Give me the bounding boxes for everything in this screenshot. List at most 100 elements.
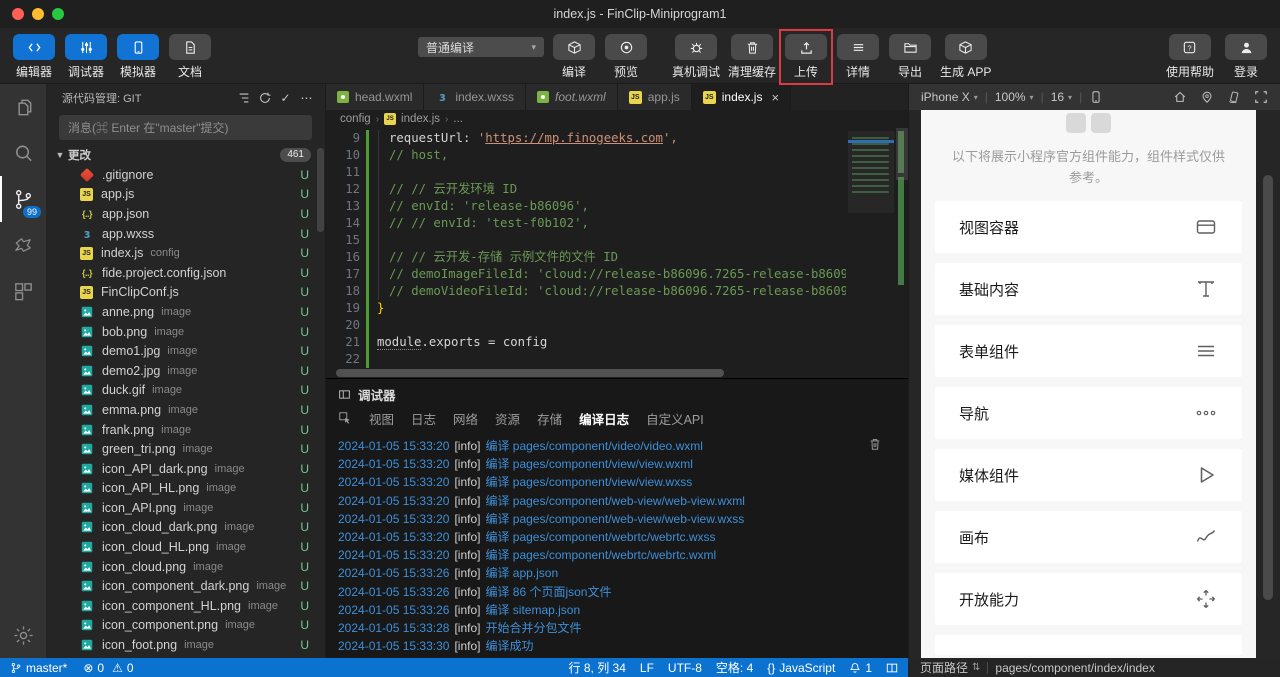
scan-frame-icon[interactable] [1254, 90, 1268, 104]
log-entry[interactable]: 2024-01-05 15:33:20 [info] 编译 pages/compon… [338, 473, 908, 491]
toolbar-editor-button[interactable]: 编辑器 [12, 34, 56, 80]
toolbar-compile-button[interactable]: 编译 [552, 34, 596, 80]
file-row[interactable]: icon_API_dark.png image U [46, 459, 325, 479]
split-editor-button[interactable] [886, 662, 898, 674]
component-card[interactable]: 表单组件 [935, 325, 1242, 377]
toolbar-debugger-button[interactable]: 调试器 [64, 34, 108, 80]
zoom-selector[interactable]: 100% ▾ [995, 90, 1034, 104]
debugger-tab[interactable]: 编译日志 [579, 409, 629, 428]
log-entry[interactable]: 2024-01-05 15:33:26 [info] 编译 86 个页面json文件 [338, 583, 908, 601]
file-row[interactable]: icon_component.png image U [46, 616, 325, 636]
element-picker-icon[interactable] [338, 411, 352, 425]
component-card[interactable]: 画布 [935, 511, 1242, 563]
tab-index.wxss[interactable]: ɜ index.wxss [424, 84, 527, 110]
file-row[interactable]: icon_component_HL.png image U [46, 596, 325, 616]
tab-foot.wxml[interactable]: foot.wxml [526, 84, 618, 110]
compile-mode-dropdown[interactable]: 普通编译 ▾ [418, 37, 544, 57]
sidebar-item-explorer[interactable] [0, 84, 46, 130]
minimap[interactable] [848, 131, 894, 213]
changes-section-header[interactable]: ▼ 更改 461 [46, 144, 325, 165]
problems-status[interactable]: ⊗ 0 ⚠ 0 [83, 661, 133, 675]
file-row[interactable]: duck.gif image U [46, 381, 325, 401]
log-entry[interactable]: 2024-01-05 15:33:20 [info] 编译 pages/compon… [338, 455, 908, 473]
breadcrumb-folder[interactable]: config [340, 113, 371, 125]
home-icon[interactable] [1173, 90, 1187, 104]
toolbar-simulator-button[interactable]: 模拟器 [116, 34, 160, 80]
file-row[interactable]: icon_cloud.png image U [46, 557, 325, 577]
debugger-tab[interactable]: 网络 [453, 409, 478, 428]
settings-button[interactable] [0, 612, 46, 658]
log-entry[interactable]: 2024-01-05 15:33:26 [info] 编译 sitemap.json [338, 601, 908, 619]
view-as-tree-icon[interactable] [233, 88, 254, 108]
file-row[interactable]: JS index.js config U [46, 243, 325, 263]
file-row[interactable]: icon_foot.png image U [46, 635, 325, 655]
commit-message-input[interactable] [59, 115, 312, 140]
component-card[interactable]: 媒体组件 [935, 449, 1242, 501]
page-path-selector[interactable]: 页面路径 ⇅ [920, 659, 980, 676]
toolbar-login-button[interactable]: 登录 [1224, 34, 1268, 80]
debugger-tab[interactable]: 资源 [495, 409, 520, 428]
log-entry[interactable]: 2024-01-05 15:33:20 [info] 编译 pages/compon… [338, 510, 908, 528]
device-frame-toggle[interactable] [1089, 90, 1103, 104]
sidebar-scrollbar[interactable] [317, 148, 324, 232]
sidebar-item-source-control[interactable]: 99 [0, 176, 46, 222]
file-row[interactable]: {..} fide.project.config.json U [46, 263, 325, 283]
close-icon[interactable]: × [771, 91, 779, 104]
toolbar-details-button[interactable]: 详情 [836, 34, 880, 80]
file-row[interactable]: ɜ app.wxss U [46, 224, 325, 244]
tab-app.js[interactable]: JS app.js [617, 84, 692, 110]
debugger-tab[interactable]: 自定义API [646, 409, 704, 428]
commit-check-icon[interactable]: ✓ [275, 88, 296, 108]
toolbar-upload-button[interactable]: 上传 [779, 29, 834, 85]
close-window-button[interactable] [12, 8, 24, 20]
file-row[interactable]: icon_API.png image U [46, 498, 325, 518]
editor-horizontal-scrollbar[interactable] [336, 369, 724, 377]
log-entry[interactable]: 2024-01-05 15:33:30 [info] 编译成功 [338, 637, 908, 655]
file-row[interactable]: demo1.jpg image U [46, 341, 325, 361]
file-row[interactable]: bob.png image U [46, 322, 325, 342]
toolbar-gen-app-button[interactable]: 生成 APP [940, 34, 991, 80]
device-selector[interactable]: iPhone X ▾ [921, 90, 978, 104]
more-actions-icon[interactable]: ⋯ [296, 88, 317, 108]
debugger-tab[interactable]: 视图 [369, 409, 394, 428]
location-pin-icon[interactable] [1200, 90, 1214, 104]
sidebar-item-search[interactable] [0, 130, 46, 176]
file-row[interactable]: emma.png image U [46, 400, 325, 420]
eol-indicator[interactable]: LF [640, 661, 654, 675]
simulator-scrollbar[interactable] [1263, 175, 1273, 600]
file-row[interactable]: frank.png image U [46, 420, 325, 440]
file-row[interactable]: .gitignore U [46, 165, 325, 185]
toolbar-clear-cache-button[interactable]: 清理缓存 [728, 34, 776, 80]
component-card[interactable]: 基础内容 [935, 263, 1242, 315]
log-entry[interactable]: 2024-01-05 15:33:20 [info] 编译 pages/compon… [338, 528, 908, 546]
log-entry[interactable]: 2024-01-05 15:33:26 [info] 编译 app.json [338, 564, 908, 582]
component-card[interactable]: 视图容器 [935, 201, 1242, 253]
git-branch-status[interactable]: master* [10, 661, 67, 675]
font-size-selector[interactable]: 16 ▾ [1051, 90, 1072, 104]
file-row[interactable]: icon_component_dark.png image U [46, 576, 325, 596]
log-entry[interactable]: 2024-01-05 15:33:20 [info] 编译 pages/compon… [338, 492, 908, 510]
file-row[interactable]: icon_cloud_dark.png image U [46, 518, 325, 538]
breadcrumb-symbol[interactable]: ... [453, 113, 463, 125]
notifications-bell[interactable]: 1 [849, 661, 872, 675]
tab-index.js[interactable]: JS index.js × [691, 84, 792, 110]
language-mode[interactable]: {} JavaScript [767, 661, 835, 675]
component-card[interactable]: 开放能力 [935, 573, 1242, 625]
breadcrumb-file[interactable]: index.js [401, 113, 440, 125]
debugger-tab[interactable]: 日志 [411, 409, 436, 428]
refresh-icon[interactable] [254, 88, 275, 108]
file-row[interactable]: green_tri.png image U [46, 439, 325, 459]
component-card[interactable]: 导航 [935, 387, 1242, 439]
debugger-tab[interactable]: 存储 [537, 409, 562, 428]
file-row[interactable]: icon_cloud_HL.png image U [46, 537, 325, 557]
sidebar-item-extensions[interactable] [0, 268, 46, 314]
file-row[interactable]: anne.png image U [46, 302, 325, 322]
tab-head.wxml[interactable]: head.wxml [326, 84, 425, 110]
component-card[interactable] [935, 635, 1242, 655]
sidebar-item-debug[interactable] [0, 222, 46, 268]
indentation-indicator[interactable]: 空格: 4 [716, 659, 753, 676]
toolbar-preview-button[interactable]: 预览 [604, 34, 648, 80]
zoom-window-button[interactable] [52, 8, 64, 20]
code-content[interactable]: 9 requestUrl: 'https://mp.finogeeks.com',… [326, 130, 846, 368]
log-entry[interactable]: 2024-01-05 15:33:20 [info] 编译 pages/compon… [338, 546, 908, 564]
